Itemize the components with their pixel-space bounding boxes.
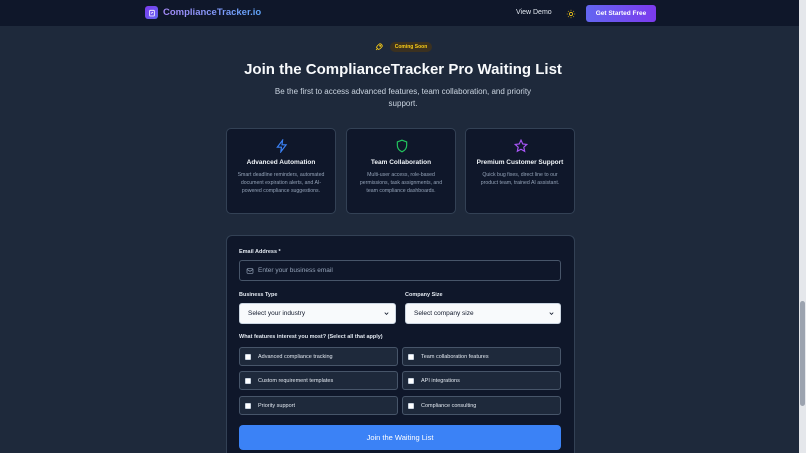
feature-card-automation: Advanced Automation Smart deadline remin… <box>226 128 336 214</box>
option-label: API integrations <box>421 377 460 384</box>
email-field[interactable]: Enter your business email <box>239 260 561 281</box>
shield-logo-icon <box>145 6 158 19</box>
checkbox[interactable] <box>408 377 414 384</box>
option-custom-templates[interactable]: Custom requirement templates <box>239 371 398 390</box>
option-label: Compliance consulting <box>421 402 477 409</box>
option-compliance-consulting[interactable]: Compliance consulting <box>402 396 561 415</box>
feature-description: Smart deadline reminders, automated docu… <box>237 172 325 195</box>
coming-soon-row: Coming Soon <box>0 42 806 52</box>
chevron-down-icon <box>384 312 389 315</box>
feature-title: Team Collaboration <box>370 159 432 166</box>
checkbox[interactable] <box>245 402 251 409</box>
coming-soon-badge: Coming Soon <box>389 42 433 52</box>
page-subtitle: Be the first to access advanced features… <box>274 87 532 108</box>
company-size-label: Company Size <box>405 292 443 298</box>
rocket-icon <box>375 43 383 51</box>
top-nav-bar: ComplianceTracker.io View Demo Get Start… <box>0 0 806 27</box>
mail-icon <box>246 267 254 274</box>
feature-title: Premium Customer Support <box>476 159 564 166</box>
feature-description: Multi-user access, role-based permission… <box>359 172 443 195</box>
option-priority-support[interactable]: Priority support <box>239 396 398 415</box>
page-title: Join the ComplianceTracker Pro Waiting L… <box>244 61 562 78</box>
view-demo-link[interactable]: View Demo <box>516 9 552 16</box>
features-label: What features interest you most? (Select… <box>239 334 383 340</box>
checkbox[interactable] <box>408 353 414 360</box>
option-label: Advanced compliance tracking <box>258 353 333 360</box>
business-type-select[interactable]: Select your industry <box>239 303 396 324</box>
theme-toggle-button[interactable] <box>564 7 577 20</box>
option-team-collaboration[interactable]: Team collaboration features <box>402 347 561 366</box>
option-advanced-tracking[interactable]: Advanced compliance tracking <box>239 347 398 366</box>
business-type-label: Business Type <box>239 292 278 298</box>
business-type-value: Select your industry <box>248 310 306 317</box>
company-size-select[interactable]: Select company size <box>405 303 561 324</box>
checkbox[interactable] <box>245 353 251 360</box>
feature-card-collaboration: Team Collaboration Multi-user access, ro… <box>346 128 456 214</box>
brand-name: ComplianceTracker.io <box>163 7 262 18</box>
email-label: Email Address * <box>239 249 281 255</box>
option-label: Custom requirement templates <box>258 377 334 384</box>
brand-link[interactable]: ComplianceTracker.io <box>145 6 261 19</box>
checkbox[interactable] <box>245 377 251 384</box>
checkbox[interactable] <box>408 402 414 409</box>
join-waitlist-button[interactable]: Join the Waiting List <box>239 425 561 450</box>
feature-title: Advanced Automation <box>246 159 316 166</box>
company-size-value: Select company size <box>414 310 474 317</box>
scrollbar-thumb[interactable] <box>800 301 805 406</box>
option-api-integrations[interactable]: API integrations <box>402 371 561 390</box>
feature-description: Quick bug fixes, direct line to our prod… <box>480 172 560 187</box>
star-icon <box>514 139 528 153</box>
shield-icon <box>396 139 408 153</box>
option-label: Team collaboration features <box>421 353 489 360</box>
sun-icon <box>566 9 575 18</box>
email-placeholder: Enter your business email <box>258 267 333 274</box>
get-started-button[interactable]: Get Started Free <box>586 5 656 22</box>
chevron-down-icon <box>549 312 554 315</box>
lightning-icon <box>276 139 288 153</box>
option-label: Priority support <box>258 402 295 409</box>
feature-card-support: Premium Customer Support Quick bug fixes… <box>465 128 575 214</box>
